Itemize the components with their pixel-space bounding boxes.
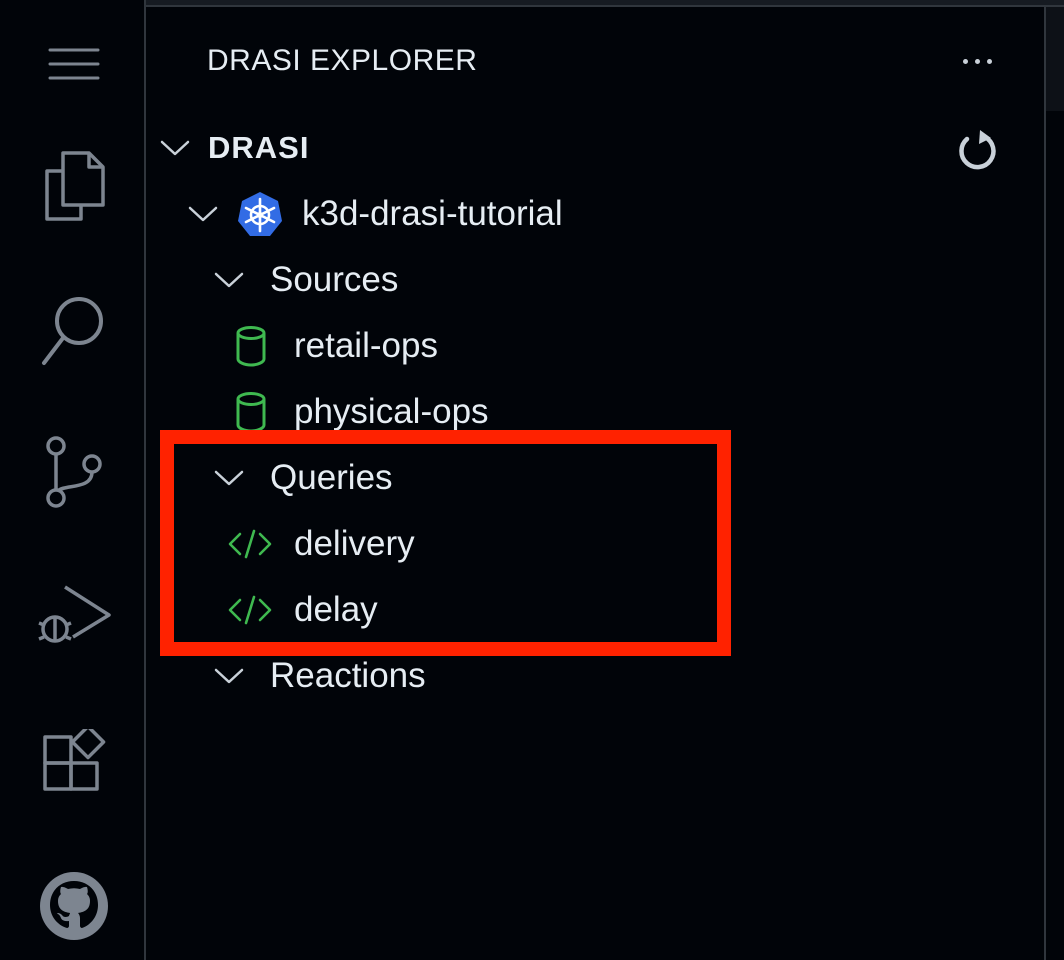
chevron-down-icon: [186, 197, 220, 231]
editor-edge: [1044, 7, 1064, 960]
explorer-files-icon[interactable]: [34, 146, 114, 226]
search-icon[interactable]: [34, 290, 114, 370]
section-header-drasi[interactable]: DRASI: [158, 115, 309, 181]
github-icon[interactable]: [34, 866, 114, 946]
extensions-icon[interactable]: [34, 722, 114, 802]
tree-item-sources[interactable]: Sources: [212, 247, 398, 313]
cluster-label: k3d-drasi-tutorial: [302, 194, 563, 233]
source-control-icon[interactable]: [34, 432, 114, 512]
database-icon: [234, 325, 268, 367]
activity-bar: [0, 0, 146, 960]
query-label: delivery: [294, 524, 415, 563]
chevron-down-icon: [158, 131, 192, 165]
tree-item-queries[interactable]: Queries: [212, 445, 393, 511]
database-icon: [234, 391, 268, 433]
code-icon: [228, 593, 272, 627]
group-label-reactions: Reactions: [270, 656, 426, 695]
title-bar-edge: [0, 0, 1064, 7]
group-label-queries: Queries: [270, 458, 393, 497]
panel-title: DRASI EXPLORER: [207, 44, 478, 77]
query-label: delay: [294, 590, 378, 629]
source-label: retail-ops: [294, 326, 438, 365]
drasi-explorer-panel: DRASI EXPLORER DRASI k3d-drasi-tutorial …: [146, 7, 1044, 960]
tree-item-source[interactable]: retail-ops: [234, 313, 438, 379]
chevron-down-icon: [212, 263, 246, 297]
refresh-icon[interactable]: [952, 125, 1002, 175]
code-icon: [228, 527, 272, 561]
run-debug-icon[interactable]: [34, 576, 114, 656]
tree-item-cluster[interactable]: k3d-drasi-tutorial: [186, 181, 563, 247]
tree-item-source[interactable]: physical-ops: [234, 379, 489, 445]
vscode-window: DRASI EXPLORER DRASI k3d-drasi-tutorial …: [0, 0, 1064, 960]
ellipsis-icon[interactable]: [952, 43, 1002, 79]
tree-item-reactions[interactable]: Reactions: [212, 643, 426, 709]
tree-item-query[interactable]: delay: [228, 577, 378, 643]
source-label: physical-ops: [294, 392, 489, 431]
tree-item-query[interactable]: delivery: [228, 511, 415, 577]
menu-icon[interactable]: [34, 24, 114, 104]
chevron-down-icon: [212, 461, 246, 495]
chevron-down-icon: [212, 659, 246, 693]
group-label-sources: Sources: [270, 260, 399, 299]
kubernetes-icon: [236, 190, 284, 238]
section-label: DRASI: [208, 130, 310, 165]
